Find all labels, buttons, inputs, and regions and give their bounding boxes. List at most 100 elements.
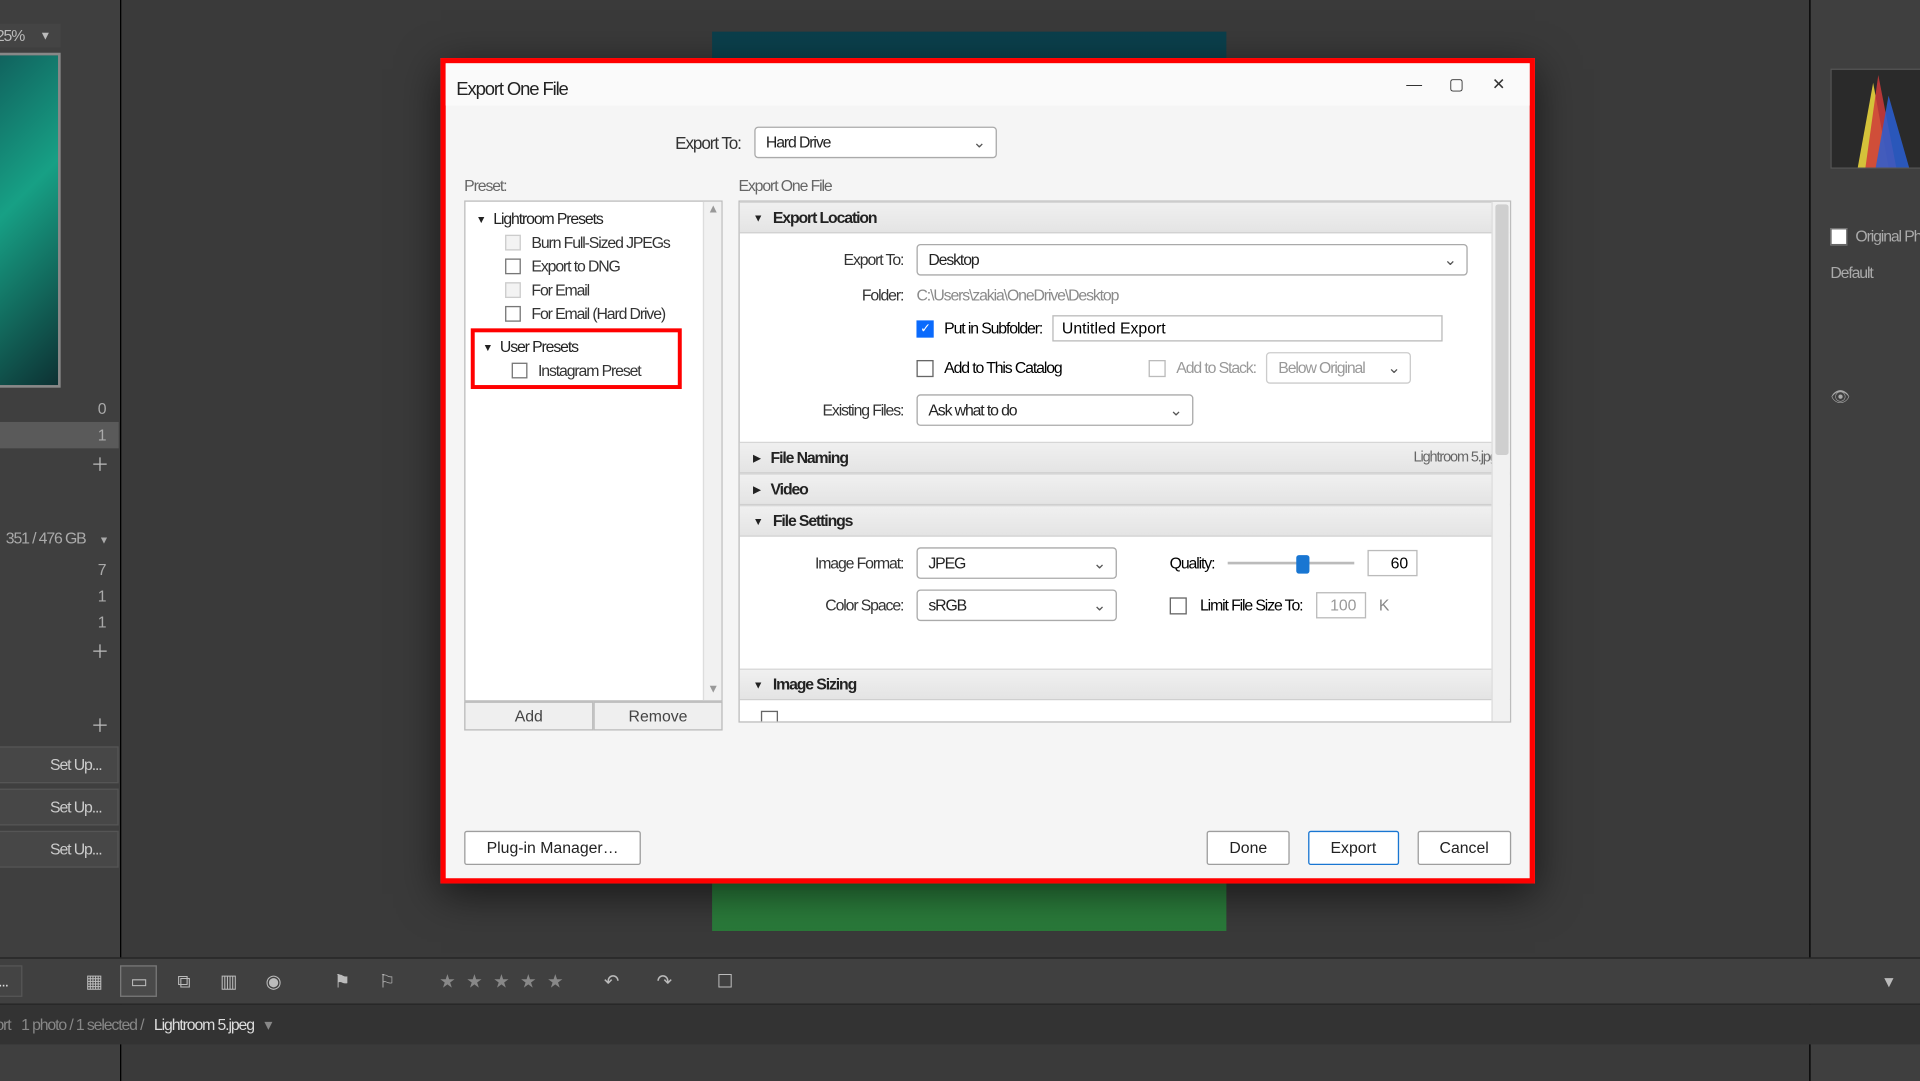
triangle-right-icon: ▶	[753, 452, 760, 464]
status-bar: ious Import 1 photo / 1 selected / Light…	[0, 1005, 1920, 1045]
add-row-button[interactable]: ＋	[0, 709, 119, 741]
count-row: 7	[0, 556, 119, 582]
setup-button[interactable]: Set Up...	[0, 746, 119, 783]
count-row: 1	[0, 583, 119, 609]
survey-view-icon[interactable]: ▥	[210, 965, 247, 997]
preset-item[interactable]: For Email	[468, 278, 719, 302]
sync-icon[interactable]: ☐	[706, 965, 743, 997]
resize-checkbox[interactable]	[761, 711, 778, 722]
original-photo-toggle[interactable]: Original Ph	[1830, 227, 1920, 245]
add-row-button[interactable]: ＋	[0, 448, 119, 480]
export-location-select[interactable]: Desktop ⌄	[916, 244, 1467, 276]
section-image-sizing[interactable]: ▼ Image Sizing	[740, 669, 1510, 701]
section-file-settings[interactable]: ▼ File Settings	[740, 505, 1510, 537]
image-format-label: Image Format:	[761, 554, 903, 572]
add-row-button[interactable]: ＋	[0, 636, 119, 668]
chevron-down-icon: ⌄	[1387, 359, 1399, 377]
settings-panel: ▼ Export Location Export To: Desktop ⌄	[738, 200, 1511, 722]
remove-preset-button[interactable]: Remove	[593, 702, 722, 731]
flag-reject-icon[interactable]: ⚐	[368, 965, 405, 997]
compare-view-icon[interactable]: ⧉	[165, 965, 202, 997]
add-catalog-checkbox[interactable]	[916, 359, 933, 376]
checkbox[interactable]	[505, 235, 521, 251]
checkbox[interactable]	[505, 306, 521, 322]
preset-group-user[interactable]: ▼ User Presets	[475, 335, 678, 359]
scroll-up-icon[interactable]: ▲	[704, 202, 721, 220]
export-to-select[interactable]: Hard Drive ⌄	[754, 127, 997, 159]
triangle-down-icon: ▼	[753, 212, 762, 224]
chevron-down-icon: ⌄	[1169, 401, 1181, 419]
zoom-selector[interactable]: 100% 25% ▼	[0, 24, 61, 48]
limit-filesize-checkbox[interactable]	[1170, 597, 1187, 614]
preset-item[interactable]: Burn Full-Sized JPEGs	[468, 231, 719, 255]
histogram	[1830, 69, 1920, 169]
rotate-left-icon[interactable]: ↶	[593, 965, 630, 997]
add-stack-checkbox[interactable]	[1149, 359, 1166, 376]
section-video[interactable]: ▶ Video	[740, 473, 1510, 505]
subfolder-checkbox[interactable]: ✓	[916, 320, 933, 337]
thumbnail-preview[interactable]	[0, 53, 61, 388]
existing-files-select[interactable]: Ask what to do ⌄	[916, 394, 1193, 426]
export-button[interactable]: Export	[1308, 831, 1399, 865]
setup-button[interactable]: Set Up...	[0, 789, 119, 826]
scrollbar[interactable]: ▲ ▼	[703, 202, 721, 700]
checkbox[interactable]	[512, 363, 528, 379]
status-source: ious Import	[0, 1015, 11, 1033]
checkbox[interactable]	[505, 282, 521, 298]
grid-view-icon[interactable]: ▦	[75, 965, 112, 997]
preset-item[interactable]: For Email (Hard Drive)	[468, 302, 719, 326]
rating-stars[interactable]: ★ ★ ★ ★ ★	[439, 970, 566, 992]
preset-item[interactable]: Instagram Preset	[475, 359, 678, 383]
quality-label: Quality:	[1170, 554, 1215, 572]
preset-listbox[interactable]: ▲ ▼ ▼ Lightroom Presets Burn Full-Sized …	[464, 200, 722, 701]
quality-input[interactable]	[1367, 550, 1417, 576]
slider-handle[interactable]	[1296, 555, 1309, 573]
close-button[interactable]: ✕	[1477, 69, 1519, 101]
drive-usage[interactable]: 351 / 476 GB	[0, 520, 119, 557]
subfolder-input[interactable]	[1053, 315, 1443, 341]
chevron-down-icon[interactable]: ▾	[264, 1015, 271, 1033]
plugin-manager-button[interactable]: Plug-in Manager…	[464, 831, 641, 865]
triangle-right-icon: ▶	[753, 483, 760, 495]
cancel-button[interactable]: Cancel	[1417, 831, 1511, 865]
chevron-down-icon: ⌄	[1093, 554, 1105, 572]
checkbox[interactable]	[1830, 227, 1847, 244]
color-space-select[interactable]: sRGB ⌄	[916, 589, 1116, 621]
dialog-titlebar[interactable]: Export One File — ▢ ✕	[446, 63, 1530, 105]
section-file-naming[interactable]: ▶ File Naming Lightroom 5.jpg	[740, 442, 1510, 474]
image-format-select[interactable]: JPEG ⌄	[916, 547, 1116, 579]
maximize-button[interactable]: ▢	[1435, 69, 1477, 101]
preset-group-lightroom[interactable]: ▼ Lightroom Presets	[468, 207, 719, 231]
existing-files-label: Existing Files:	[761, 401, 903, 419]
checkbox[interactable]	[505, 258, 521, 274]
preset-item[interactable]: Export to DNG	[468, 255, 719, 279]
limit-filesize-input[interactable]	[1316, 592, 1366, 618]
minimize-button[interactable]: —	[1393, 69, 1435, 101]
scrollbar-thumb[interactable]	[1495, 204, 1508, 455]
rotate-right-icon[interactable]: ↷	[645, 965, 682, 997]
stack-position-select[interactable]: Below Original ⌄	[1266, 352, 1411, 384]
chevron-down-icon[interactable]: ▾	[1870, 965, 1907, 997]
loupe-view-icon[interactable]: ▭	[120, 965, 157, 997]
scrollbar[interactable]	[1491, 202, 1509, 722]
quality-slider[interactable]	[1228, 553, 1355, 574]
scroll-down-icon[interactable]: ▼	[704, 682, 721, 700]
section-export-location[interactable]: ▼ Export Location	[740, 202, 1510, 234]
triangle-down-icon: ▼	[753, 678, 762, 690]
bottom-toolbar: Export... ▦ ▭ ⧉ ▥ ◉ ⚑ ⚐ ★ ★ ★ ★ ★ ↶ ↷ ☐ …	[0, 957, 1920, 1004]
export-button[interactable]: Export...	[0, 965, 22, 997]
people-view-icon[interactable]: ◉	[255, 965, 292, 997]
flag-pick-icon[interactable]: ⚑	[323, 965, 360, 997]
folder-path: C:\Users\zakia\OneDrive\Desktop	[916, 286, 1118, 304]
count-row: 1	[0, 609, 119, 635]
triangle-down-icon: ▼	[753, 515, 762, 527]
default-row[interactable]: 👁 Default	[1830, 388, 1920, 406]
count-row: 0	[0, 396, 119, 422]
limit-filesize-label: Limit File Size To:	[1200, 596, 1302, 614]
subfolder-label: Put in Subfolder:	[944, 319, 1042, 337]
add-preset-button[interactable]: Add	[464, 702, 593, 731]
setup-button[interactable]: Set Up...	[0, 831, 119, 868]
default-preset-button[interactable]: Default	[1830, 264, 1920, 282]
done-button[interactable]: Done	[1207, 831, 1290, 865]
status-filename: Lightroom 5.jpeg	[154, 1015, 254, 1033]
